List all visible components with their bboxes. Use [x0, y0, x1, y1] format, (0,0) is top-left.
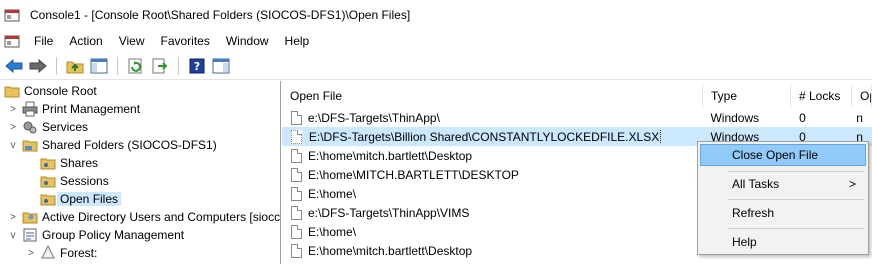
- column-header-locks[interactable]: # Locks: [791, 85, 852, 107]
- menu-window[interactable]: Window: [218, 31, 277, 51]
- toolbar: ?: [0, 52, 872, 80]
- menu-action[interactable]: Action: [61, 31, 110, 51]
- refresh-icon[interactable]: [126, 56, 146, 76]
- tree-item-console-root[interactable]: Console Root: [4, 82, 97, 100]
- chevron-right-icon[interactable]: >: [8, 104, 18, 115]
- toolbar-separator: [178, 56, 179, 75]
- open-file-path: E:\home\mitch.bartlett\Desktop: [308, 243, 473, 258]
- column-header-open-mode[interactable]: Open Mode: [852, 85, 872, 107]
- tree-item-label: Open Files: [57, 192, 122, 206]
- open-file-path: E:\home\mitch.bartlett\Desktop: [308, 148, 473, 163]
- context-menu: Close Open File All Tasks > Refresh Help: [697, 141, 869, 255]
- svg-text:?: ?: [194, 60, 200, 73]
- tree-item-label: Sessions: [60, 174, 109, 188]
- chevron-down-icon[interactable]: v: [8, 140, 18, 151]
- services-icon: [22, 119, 38, 135]
- group-policy-icon: [22, 227, 38, 243]
- export-list-icon[interactable]: [150, 56, 170, 76]
- file-icon: [291, 224, 302, 239]
- shared-folder-icon: [22, 137, 38, 153]
- tree-item-label: Active Directory Users and Computers [si…: [42, 210, 281, 224]
- tree-item-sessions[interactable]: Sessions: [40, 172, 109, 190]
- chevron-down-icon[interactable]: v: [8, 230, 18, 241]
- tree-item-label: Print Management: [42, 102, 141, 116]
- show-hide-action-pane-icon[interactable]: [211, 56, 231, 76]
- open-mode: n: [856, 110, 863, 125]
- tree-item-label: Forest:: [60, 246, 98, 260]
- list-header: Open File Type # Locks Open Mode: [282, 85, 872, 107]
- menu-favorites[interactable]: Favorites: [153, 31, 218, 51]
- tree-item-group-policy[interactable]: v Group Policy Management: [8, 226, 185, 244]
- tree-item-shared-folders[interactable]: v Shared Folders (SIOCOS-DFS1): [8, 136, 217, 154]
- console-tree: Console Root > Print Management > Servic…: [0, 81, 281, 264]
- folder-icon: [4, 83, 20, 99]
- shares-icon: [40, 155, 56, 171]
- back-arrow-icon[interactable]: [4, 56, 24, 76]
- sessions-icon: [40, 173, 56, 189]
- file-icon: [291, 148, 302, 163]
- menu-item-label: All Tasks: [732, 177, 780, 191]
- file-icon: [291, 205, 302, 220]
- tree-item-label: Services: [42, 120, 89, 134]
- mmc-console-icon: [4, 7, 20, 23]
- tree-item-forest[interactable]: > Forest:: [26, 244, 97, 262]
- file-type: Windows: [710, 110, 760, 125]
- tree-item-open-files[interactable]: Open Files: [40, 190, 122, 208]
- menu-item-help[interactable]: Help: [700, 231, 866, 253]
- chevron-right-icon[interactable]: >: [8, 212, 18, 223]
- menu-item-close-open-file[interactable]: Close Open File: [700, 144, 866, 166]
- menu-file[interactable]: File: [26, 31, 61, 51]
- tree-item-shares[interactable]: Shares: [40, 154, 98, 172]
- menu-help[interactable]: Help: [277, 31, 318, 51]
- file-icon: [291, 186, 302, 201]
- open-file-path: E:\DFS-Targets\Billion Shared\CONSTANTLY…: [307, 129, 662, 144]
- table-row[interactable]: e:\DFS-Targets\ThinApp\ Windows 0 n: [282, 108, 872, 127]
- menu-item-all-tasks[interactable]: All Tasks >: [700, 173, 866, 195]
- window-title: Console1 - [Console Root\Shared Folders …: [30, 8, 411, 22]
- help-icon[interactable]: ?: [187, 56, 207, 76]
- forward-arrow-icon[interactable]: [28, 56, 48, 76]
- show-hide-tree-icon[interactable]: [89, 56, 109, 76]
- open-file-path: e:\DFS-Targets\ThinApp\: [307, 110, 440, 125]
- open-file-path: E:\home\: [308, 224, 357, 239]
- menu-view[interactable]: View: [111, 31, 153, 51]
- chevron-right-icon[interactable]: >: [8, 122, 18, 133]
- printer-icon: [22, 101, 38, 117]
- toolbar-separator: [117, 56, 118, 75]
- open-file-path: E:\home\MITCH.BARTLETT\DESKTOP: [308, 167, 519, 182]
- file-icon: [291, 129, 302, 144]
- menu-item-refresh[interactable]: Refresh: [700, 202, 866, 224]
- open-file-path: e:\DFS-Targets\ThinApp\VIMS: [308, 205, 470, 220]
- up-folder-icon[interactable]: [65, 56, 85, 76]
- lock-count: 0: [799, 110, 806, 125]
- tree-item-print-management[interactable]: > Print Management: [8, 100, 140, 118]
- menu-bar: File Action View Favorites Window Help: [0, 30, 872, 52]
- file-icon: [291, 243, 302, 258]
- system-menu-icon[interactable]: [4, 33, 20, 49]
- submenu-arrow-icon: >: [848, 177, 856, 191]
- menu-separator: [728, 199, 864, 200]
- tree-item-label: Console Root: [24, 84, 97, 98]
- open-files-icon: [40, 191, 56, 207]
- column-header-type[interactable]: Type: [703, 85, 791, 107]
- ad-users-icon: [22, 209, 38, 225]
- tree-item-label: Shares: [60, 156, 99, 170]
- toolbar-separator: [56, 56, 57, 75]
- file-icon: [291, 110, 302, 125]
- column-header-open-file[interactable]: Open File: [282, 85, 703, 107]
- tree-item-label: Group Policy Management: [42, 228, 185, 242]
- menu-separator: [728, 228, 864, 229]
- file-icon: [291, 167, 302, 182]
- forest-icon: [40, 244, 56, 261]
- chevron-right-icon[interactable]: >: [26, 248, 36, 259]
- tree-item-label: Shared Folders (SIOCOS-DFS1): [42, 138, 217, 152]
- title-bar: Console1 - [Console Root\Shared Folders …: [0, 0, 872, 30]
- tree-item-services[interactable]: > Services: [8, 118, 88, 136]
- tree-item-active-directory[interactable]: > Active Directory Users and Computers […: [8, 208, 280, 226]
- open-file-path: E:\home\: [308, 186, 357, 201]
- menu-separator: [728, 171, 864, 172]
